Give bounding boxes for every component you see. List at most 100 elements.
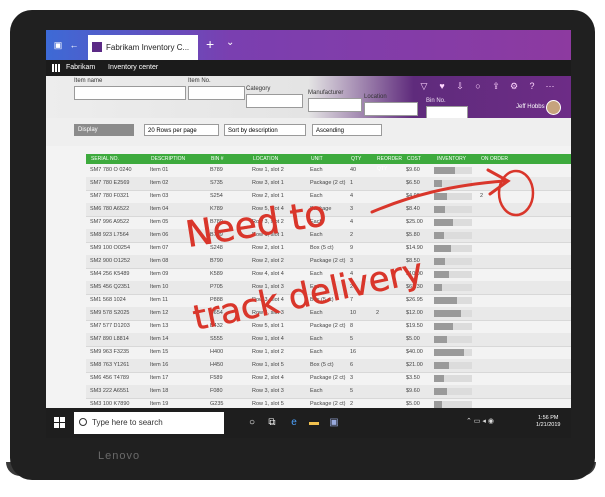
table-row[interactable]: SM4 256 K5489 Item 09 K589 Row 4, slot 4 Eac… bbox=[86, 268, 571, 282]
cell-unit: Each bbox=[310, 310, 323, 316]
inventory-level-bar bbox=[434, 245, 472, 252]
browser-tab[interactable]: Fabrikam Inventory C... bbox=[88, 35, 198, 60]
cell-serial-no: SM9 100 O0254 bbox=[90, 245, 131, 251]
file-explorer-icon[interactable]: ▬ bbox=[308, 417, 320, 429]
column-header-location[interactable]: Location bbox=[250, 154, 308, 164]
table-header: Serial No. Description Bin # Location Unit Qt… bbox=[86, 154, 571, 172]
filter-icon[interactable]: ▽ bbox=[418, 80, 430, 92]
tab-title: Fabrikam Inventory C... bbox=[106, 43, 190, 52]
cell-cost: $19.50 bbox=[406, 323, 423, 329]
cell-location: Row 1, slot 1 bbox=[252, 232, 284, 238]
task-view-icon[interactable]: ⧉ bbox=[266, 417, 278, 429]
location-label: Location bbox=[364, 94, 387, 100]
table-toolbar: Display 20 Rows per page Sort by descrip… bbox=[46, 118, 571, 146]
table-row[interactable]: SM1 568 1024 Item 11 P888 Row 3, slot 4 Box … bbox=[86, 294, 571, 308]
column-header-reorder-qty[interactable]: Reorder Qty bbox=[374, 154, 404, 172]
cell-bin: K789 bbox=[210, 206, 223, 212]
cell-qty: 6 bbox=[350, 362, 354, 368]
rows-per-page-select[interactable]: 20 Rows per page bbox=[144, 124, 219, 136]
inventory-level-bar bbox=[434, 193, 472, 200]
cell-unit: Each bbox=[310, 193, 323, 199]
display-button[interactable]: Display bbox=[74, 124, 134, 136]
column-header-unit[interactable]: Unit bbox=[308, 154, 348, 164]
table-row[interactable]: SM2 900 O1252 Item 08 B790 Row 2, slot 2 Pac… bbox=[86, 255, 571, 269]
table-row[interactable]: SM9 100 O0254 Item 07 S248 Row 2, slot 1 Box… bbox=[86, 242, 571, 256]
table-row[interactable]: SM5 456 Q2351 Item 10 P705 Row 1, slot 3 Eac… bbox=[86, 281, 571, 295]
table-row[interactable]: SM8 923 L7564 Item 06 B799 Row 1, slot 1 Eac… bbox=[86, 229, 571, 243]
inventory-level-fill bbox=[434, 232, 444, 239]
cell-serial-no: SM9 578 S2025 bbox=[90, 310, 130, 316]
settings-icon[interactable]: ⚙ bbox=[508, 80, 520, 92]
table-row[interactable]: SM9 578 S2025 Item 12 B654 Row 4, slot 3 Eac… bbox=[86, 307, 571, 321]
tab-actions-icon[interactable]: ▣ bbox=[52, 39, 64, 51]
cortana-icon[interactable]: ○ bbox=[246, 417, 258, 429]
cell-unit: Each bbox=[310, 336, 323, 342]
new-tab-button[interactable]: + bbox=[206, 36, 214, 52]
column-header-inventory[interactable]: Inventory bbox=[434, 154, 478, 164]
search-icon[interactable]: ○ bbox=[472, 80, 484, 92]
cell-qty: 3 bbox=[350, 206, 354, 212]
cell-serial-no: SM8 763 Y1261 bbox=[90, 362, 130, 368]
category-input[interactable] bbox=[246, 94, 303, 108]
cell-cost: $67.30 bbox=[406, 284, 423, 290]
cell-location: Row 4, slot 3 bbox=[252, 310, 284, 316]
cell-qty: 3 bbox=[350, 258, 354, 264]
windows-start-icon[interactable] bbox=[54, 417, 66, 429]
location-input[interactable] bbox=[364, 102, 418, 116]
heart-icon[interactable]: ♥ bbox=[436, 80, 448, 92]
table-row[interactable]: SM7 890 L8814 Item 14 S555 Row 1, slot 4 Eac… bbox=[86, 333, 571, 347]
table-row[interactable]: SM7 780 O 0240 Item 01 B789 Row 1, slot 2 Ea… bbox=[86, 164, 571, 178]
table-row[interactable]: SM7 996 A9522 Item 05 B789 Row 3, slot 2 Eac… bbox=[86, 216, 571, 230]
share-icon[interactable]: ⇪ bbox=[490, 80, 502, 92]
manufacturer-input[interactable] bbox=[308, 98, 362, 112]
cell-serial-no: SM2 900 O1252 bbox=[90, 258, 131, 264]
table-row[interactable]: SM8 763 Y1261 Item 16 H450 Row 1, slot 5 Box… bbox=[86, 359, 571, 373]
taskbar-search-input[interactable]: Type here to search bbox=[74, 412, 224, 434]
cell-cost: $12.00 bbox=[406, 310, 423, 316]
table-row[interactable]: SM7 780 E2569 Item 02 S735 Row 3, slot 1 Pac… bbox=[86, 177, 571, 191]
inventory-level-fill bbox=[434, 219, 453, 226]
item-no-input[interactable] bbox=[188, 86, 245, 100]
table-row[interactable]: SM9 963 F3235 Item 15 H400 Row 1, slot 2 Eac… bbox=[86, 346, 571, 360]
tab-list-button[interactable]: ⌄ bbox=[226, 37, 234, 48]
table-row[interactable]: SM6 456 T4789 Item 17 F589 Row 2, slot 4 Pac… bbox=[86, 372, 571, 386]
taskbar-clock[interactable]: 1:56 PM 1/21/2019 bbox=[536, 415, 560, 429]
inventory-level-fill bbox=[434, 310, 461, 317]
app-name[interactable]: Fabrikam bbox=[66, 60, 95, 76]
column-header-on-order[interactable]: On Order bbox=[478, 154, 518, 164]
system-tray-icons[interactable]: ⌃ ▭ ◂ ◉ bbox=[466, 417, 494, 425]
column-header-serial-no[interactable]: Serial No. bbox=[88, 154, 148, 164]
cell-cost: $6.50 bbox=[406, 180, 420, 186]
back-icon[interactable]: ← bbox=[68, 39, 80, 51]
clock-time: 1:56 PM bbox=[537, 415, 559, 421]
cell-location: Row 1, slot 5 bbox=[252, 362, 284, 368]
download-icon[interactable]: ⇩ bbox=[454, 80, 466, 92]
table-row[interactable]: SM7 577 D1203 Item 13 B432 Row 5, slot 1 Pac… bbox=[86, 320, 571, 334]
app-launcher-icon[interactable] bbox=[52, 64, 60, 72]
more-icon[interactable]: ⋯ bbox=[544, 80, 556, 92]
column-header-qty[interactable]: Qty bbox=[348, 154, 374, 164]
order-select[interactable]: Ascending bbox=[312, 124, 382, 136]
edge-browser-icon[interactable]: e bbox=[288, 417, 300, 429]
inventory-level-fill bbox=[434, 388, 448, 395]
cell-unit: Package (2 ct) bbox=[310, 258, 346, 264]
column-header-bin[interactable]: Bin # bbox=[208, 154, 250, 164]
item-name-input[interactable] bbox=[74, 86, 186, 100]
table-row[interactable]: SM3 222 A6551 Item 18 F080 Row 3, slot 3 Eac… bbox=[86, 385, 571, 399]
column-header-description[interactable]: Description bbox=[148, 154, 208, 164]
cell-serial-no: SM7 577 D1203 bbox=[90, 323, 130, 329]
cell-location: Row 4, slot 4 bbox=[252, 271, 284, 277]
table-row[interactable]: SM7 780 F0321 Item 03 S254 Row 2, slot 1 Eac… bbox=[86, 190, 571, 204]
table-row[interactable]: SM6 780 A6522 Item 04 K789 Row 5, slot 4 Pac… bbox=[86, 203, 571, 217]
store-icon[interactable]: ▣ bbox=[328, 417, 340, 429]
cell-location: Row 2, slot 4 bbox=[252, 375, 284, 381]
search-placeholder: Type here to search bbox=[92, 418, 163, 427]
cell-unit: Package bbox=[310, 206, 332, 212]
sort-by-select[interactable]: Sort by description bbox=[224, 124, 306, 136]
cell-unit: Package (2 ct) bbox=[310, 180, 346, 186]
cell-description: Item 11 bbox=[150, 297, 168, 303]
column-header-cost[interactable]: Cost bbox=[404, 154, 434, 164]
tablet-device: ▣ ← Fabrikam Inventory C... + ⌄ Fabrikam… bbox=[10, 10, 595, 480]
avatar[interactable] bbox=[546, 100, 561, 115]
help-icon[interactable]: ? bbox=[526, 80, 538, 92]
